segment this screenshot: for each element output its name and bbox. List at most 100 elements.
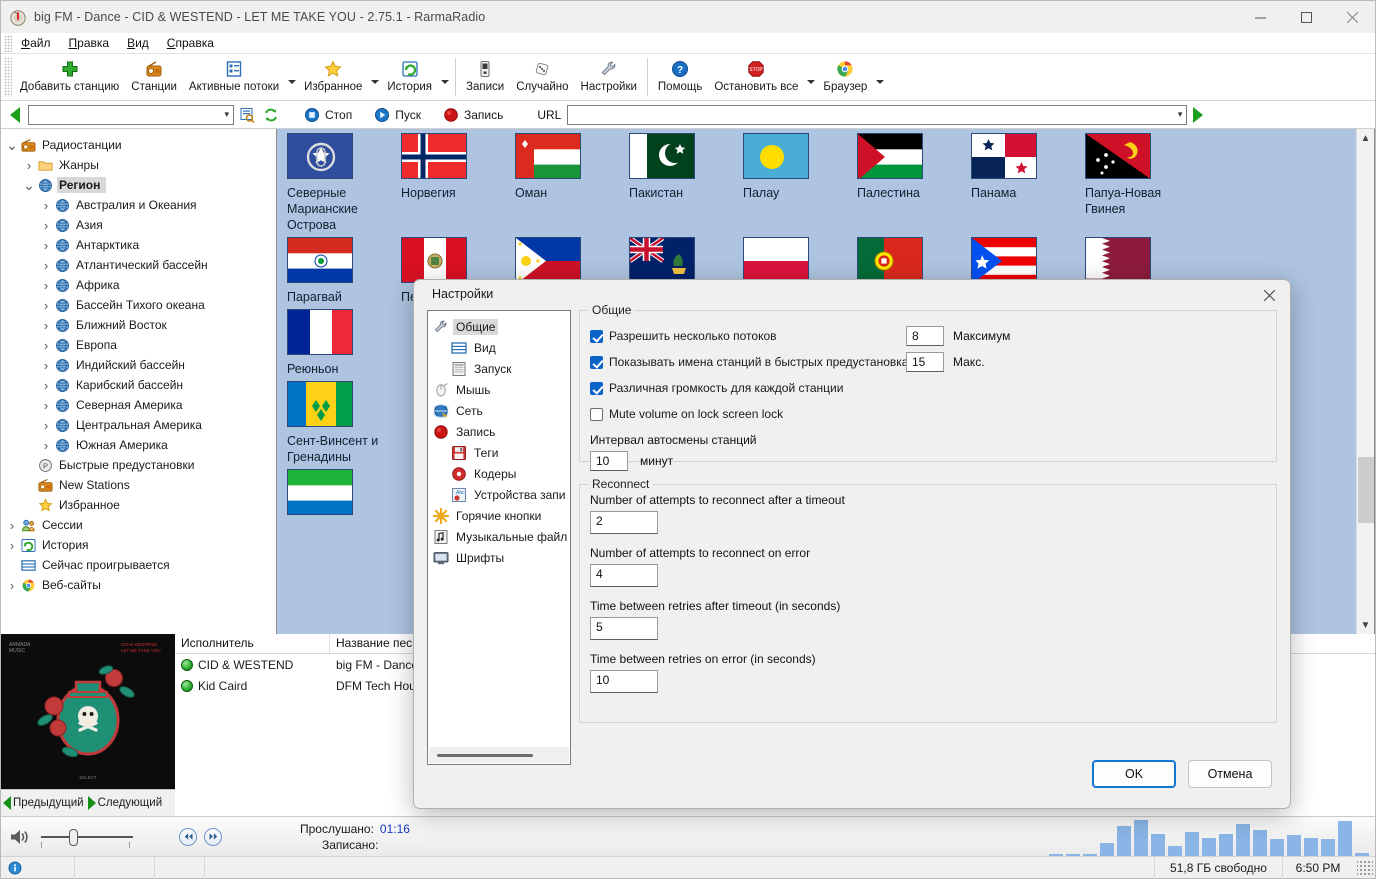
expand-chevron-icon[interactable]: › (39, 218, 53, 233)
reconnect-field-input-1[interactable]: 4 (590, 564, 658, 587)
station-group-no[interactable]: Норвегия (401, 129, 515, 233)
play-button[interactable]: Пуск (374, 107, 421, 123)
settings-category-9[interactable]: Горячие кнопки (431, 505, 570, 526)
expand-chevron-icon[interactable]: › (39, 418, 53, 433)
cancel-button[interactable]: Отмена (1188, 760, 1272, 788)
toolbar-browser[interactable]: Браузер (817, 54, 873, 100)
tree-item-12[interactable]: › Карибский бассейн (1, 375, 276, 395)
playlist-column-artist[interactable]: Исполнитель (175, 634, 330, 653)
scroll-up-icon[interactable]: ▲ (1357, 129, 1375, 147)
reconnect-field-input-0[interactable]: 2 (590, 511, 658, 534)
expand-chevron-icon[interactable]: › (39, 398, 53, 413)
seek-back-button[interactable] (179, 827, 197, 846)
tree-item-17[interactable]: New Stations (1, 475, 276, 495)
toolbar-active-streams-dropdown[interactable] (285, 54, 298, 100)
settings-category-10[interactable]: Музыкальные файл (431, 526, 570, 547)
expand-chevron-icon[interactable]: › (39, 378, 53, 393)
tree-item-21[interactable]: Сейчас проигрывается (1, 555, 276, 575)
go-arrow-icon[interactable] (1193, 106, 1204, 123)
toolbar-history[interactable]: История (381, 54, 438, 100)
tree-item-2[interactable]: ⌄ Регион (1, 175, 276, 195)
station-group-mp[interactable]: Северные Марианские Острова (287, 129, 401, 233)
expand-chevron-icon[interactable]: › (39, 198, 53, 213)
expand-chevron-icon[interactable]: › (39, 278, 53, 293)
reconnect-field-input-2[interactable]: 5 (590, 617, 658, 640)
autoswitch-input[interactable]: 10 (590, 451, 628, 471)
tree-item-19[interactable]: › Сессии (1, 515, 276, 535)
station-group-pa[interactable]: Панама (971, 129, 1085, 233)
toolbar-add-station[interactable]: Добавить станцию (14, 54, 125, 100)
menu-file[interactable]: Файл (12, 34, 60, 52)
next-track-button[interactable]: Следующий (86, 796, 165, 810)
tree-item-18[interactable]: Избранное (1, 495, 276, 515)
refresh-button[interactable] (260, 104, 282, 126)
station-group-re[interactable]: Реюньон (287, 305, 401, 377)
max-presets-input[interactable]: 15 (906, 352, 944, 372)
expand-chevron-icon[interactable]: › (39, 298, 53, 313)
maximize-button[interactable] (1283, 1, 1329, 33)
toolbar-stop-all[interactable]: STOP Остановить все (708, 54, 804, 100)
menu-edit[interactable]: Правка (60, 34, 119, 52)
resize-grip[interactable] (1357, 859, 1373, 876)
settings-category-6[interactable]: Теги (431, 442, 570, 463)
tree-item-11[interactable]: › Индийский бассейн (1, 355, 276, 375)
station-group-pw[interactable]: Палау (743, 129, 857, 233)
seek-forward-button[interactable] (204, 827, 222, 846)
stop-button[interactable]: Стоп (304, 107, 352, 123)
expand-chevron-icon[interactable]: › (39, 238, 53, 253)
info-icon[interactable] (1, 861, 29, 875)
tree-item-5[interactable]: › Антарктика (1, 235, 276, 255)
expand-chevron-icon[interactable]: › (22, 158, 36, 173)
toolbar-stations[interactable]: Станции (125, 54, 183, 100)
tree-item-4[interactable]: › Азия (1, 215, 276, 235)
expand-chevron-icon[interactable]: › (39, 338, 53, 353)
tree-item-16[interactable]: P Быстрые предустановки (1, 455, 276, 475)
toolbar-help[interactable]: ? Помощь (652, 54, 708, 100)
expand-chevron-icon[interactable]: › (39, 438, 53, 453)
station-group-vc[interactable]: Сент-Винсент и Гренадины (287, 377, 401, 465)
settings-category-0[interactable]: Общие (431, 316, 570, 337)
tree-item-15[interactable]: › Южная Америка (1, 435, 276, 455)
settings-category-11[interactable]: Шрифты (431, 547, 570, 568)
toolbar-favorites-dropdown[interactable] (368, 54, 381, 100)
volume-slider[interactable] (41, 826, 133, 848)
back-arrow-icon[interactable] (10, 106, 20, 123)
tree-item-7[interactable]: › Африка (1, 275, 276, 295)
scroll-track[interactable] (1357, 147, 1375, 616)
expand-chevron-icon[interactable]: › (39, 318, 53, 333)
settings-category-7[interactable]: Кодеры (431, 463, 570, 484)
station-group-pk[interactable]: Пакистан (629, 129, 743, 233)
reconnect-field-input-3[interactable]: 10 (590, 670, 658, 693)
tree-item-3[interactable]: › Австралия и Океания (1, 195, 276, 215)
tree-item-0[interactable]: ⌄ Радиостанции (1, 135, 276, 155)
station-combo[interactable]: ▾ (28, 104, 234, 125)
option-show-names-checkbox[interactable] (590, 355, 603, 369)
collapse-chevron-icon[interactable]: ⌄ (22, 178, 36, 192)
tree-item-22[interactable]: › Веб-сайты (1, 575, 276, 595)
expand-chevron-icon[interactable]: › (39, 258, 53, 273)
tree-item-8[interactable]: › Бассейн Тихого океана (1, 295, 276, 315)
toolbar-settings[interactable]: Настройки (575, 54, 643, 100)
tree-item-9[interactable]: › Ближний Восток (1, 315, 276, 335)
toolbar-favorites[interactable]: Избранное (298, 54, 368, 100)
toolbar-random[interactable]: Случайно (510, 54, 574, 100)
station-group-pg[interactable]: Папуа-Новая Гвинея (1085, 129, 1199, 233)
expand-chevron-icon[interactable]: › (5, 518, 19, 533)
scroll-down-icon[interactable]: ▼ (1357, 616, 1375, 634)
option-mute-lock-checkbox[interactable] (590, 407, 603, 421)
tree-item-13[interactable]: › Северная Америка (1, 395, 276, 415)
station-group-py[interactable]: Парагвай (287, 233, 401, 305)
toolbar-history-dropdown[interactable] (438, 54, 451, 100)
expand-chevron-icon[interactable]: › (5, 578, 19, 593)
collapse-chevron-icon[interactable]: ⌄ (5, 138, 19, 152)
dialog-close-button[interactable] (1252, 283, 1286, 307)
tree-item-14[interactable]: › Центральная Америка (1, 415, 276, 435)
option-multi-streams-checkbox[interactable] (590, 329, 603, 343)
toolbar-active-streams[interactable]: Активные потоки (183, 54, 285, 100)
scroll-thumb[interactable] (1357, 457, 1374, 523)
settings-category-3[interactable]: Мышь (431, 379, 570, 400)
settings-category-5[interactable]: Запись (431, 421, 570, 442)
url-input[interactable]: ▾ (567, 104, 1188, 125)
station-group-om[interactable]: Оман (515, 129, 629, 233)
settings-tree-hscrollbar[interactable] (429, 747, 569, 763)
